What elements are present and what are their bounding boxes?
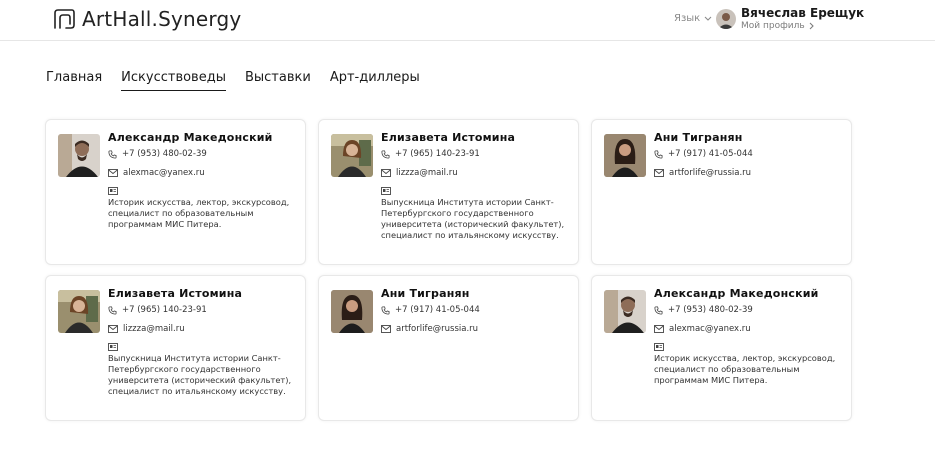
nav-item-exhibitions[interactable]: Выставки	[245, 70, 311, 91]
expert-card[interactable]: Ани Тигранян +7 (917) 41-05-044 artforli…	[318, 275, 579, 421]
expert-card[interactable]: Ани Тигранян +7 (917) 41-05-044 artforli…	[591, 119, 852, 265]
expert-email-text: lizzza@mail.ru	[123, 324, 185, 334]
expert-card[interactable]: Елизавета Истомина +7 (965) 140-23-91 li…	[318, 119, 579, 265]
phone-icon	[108, 149, 117, 159]
user-name: Вячеслав Ерещук	[741, 6, 865, 20]
expert-email[interactable]: lizzza@mail.ru	[108, 324, 185, 334]
expert-phone[interactable]: +7 (953) 480-02-39	[654, 305, 753, 315]
user-menu[interactable]: Вячеслав Ерещук Мой профиль	[716, 6, 864, 31]
expert-bio: Выпускница Института истории Санкт-Петер…	[381, 197, 565, 240]
expert-phone[interactable]: +7 (917) 41-05-044	[654, 149, 753, 159]
expert-email-text: artforlife@russia.ru	[396, 324, 479, 334]
expert-name: Ани Тигранян	[654, 131, 743, 144]
top-header: ArtHall.Synergy Язык Вячеслав Ерещук Мой…	[0, 0, 935, 41]
expert-bio: Историк искусства, лектор, экскурсовод, …	[108, 197, 290, 229]
phone-icon	[381, 149, 390, 159]
nav-item-art-critics[interactable]: Искусствоведы	[121, 70, 226, 91]
mail-icon	[108, 325, 118, 333]
expert-photo	[604, 134, 646, 177]
id-card-icon	[381, 187, 391, 195]
chevron-right-icon	[809, 22, 814, 30]
expert-photo	[604, 290, 646, 333]
expert-name: Елизавета Истомина	[108, 287, 243, 300]
expert-bio: Историк искусства, лектор, экскурсовод, …	[654, 353, 836, 385]
expert-phone-text: +7 (953) 480-02-39	[122, 149, 207, 159]
expert-name: Александр Македонский	[654, 287, 819, 300]
avatar[interactable]	[716, 9, 736, 29]
logo[interactable]: ArtHall.Synergy	[52, 7, 241, 31]
language-selector[interactable]: Язык	[674, 13, 712, 24]
expert-email-text: artforlife@russia.ru	[669, 168, 752, 178]
expert-phone-text: +7 (965) 140-23-91	[122, 305, 207, 315]
expert-email[interactable]: artforlife@russia.ru	[381, 324, 478, 334]
expert-phone-text: +7 (953) 480-02-39	[668, 305, 753, 315]
mail-icon	[654, 169, 664, 177]
expert-photo	[331, 290, 373, 333]
id-card-icon	[654, 343, 664, 351]
mail-icon	[381, 169, 391, 177]
nav-item-art-dealers[interactable]: Арт-диллеры	[330, 70, 420, 91]
mail-icon	[108, 169, 118, 177]
expert-phone[interactable]: +7 (917) 41-05-044	[381, 305, 480, 315]
my-profile-link[interactable]: Мой профиль	[741, 21, 864, 31]
phone-icon	[654, 305, 663, 315]
id-card-icon	[108, 187, 118, 195]
expert-name: Ани Тигранян	[381, 287, 470, 300]
expert-name: Елизавета Истомина	[381, 131, 516, 144]
expert-name: Александр Македонский	[108, 131, 273, 144]
expert-email[interactable]: alexmac@yanex.ru	[654, 324, 751, 334]
phone-icon	[381, 305, 390, 315]
expert-photo	[331, 134, 373, 177]
phone-icon	[108, 305, 117, 315]
expert-email[interactable]: alexmac@yanex.ru	[108, 168, 205, 178]
mail-icon	[654, 325, 664, 333]
expert-email-text: lizzza@mail.ru	[396, 168, 458, 178]
phone-icon	[654, 149, 663, 159]
expert-phone[interactable]: +7 (965) 140-23-91	[381, 149, 480, 159]
arthall-logo-icon	[54, 9, 75, 29]
expert-email[interactable]: artforlife@russia.ru	[654, 168, 751, 178]
nav-item-home[interactable]: Главная	[46, 70, 102, 91]
expert-phone[interactable]: +7 (965) 140-23-91	[108, 305, 207, 315]
logo-text: ArtHall.Synergy	[82, 7, 242, 31]
expert-email-text: alexmac@yanex.ru	[123, 168, 205, 178]
expert-phone-text: +7 (917) 41-05-044	[395, 305, 480, 315]
id-card-icon	[108, 343, 118, 351]
expert-photo	[58, 290, 100, 333]
expert-phone[interactable]: +7 (953) 480-02-39	[108, 149, 207, 159]
expert-card[interactable]: Елизавета Истомина +7 (965) 140-23-91 li…	[45, 275, 306, 421]
expert-bio: Выпускница Института истории Санкт-Петер…	[108, 353, 292, 396]
expert-card[interactable]: Александр Македонский +7 (953) 480-02-39…	[591, 275, 852, 421]
mail-icon	[381, 325, 391, 333]
expert-email[interactable]: lizzza@mail.ru	[381, 168, 458, 178]
expert-phone-text: +7 (965) 140-23-91	[395, 149, 480, 159]
expert-card[interactable]: Александр Македонский +7 (953) 480-02-39…	[45, 119, 306, 265]
my-profile-label: Мой профиль	[741, 21, 805, 31]
expert-email-text: alexmac@yanex.ru	[669, 324, 751, 334]
expert-phone-text: +7 (917) 41-05-044	[668, 149, 753, 159]
expert-photo	[58, 134, 100, 177]
language-label: Язык	[674, 13, 701, 24]
main-nav: Главная Искусствоведы Выставки Арт-дилле…	[46, 70, 439, 91]
chevron-down-icon	[704, 16, 712, 21]
